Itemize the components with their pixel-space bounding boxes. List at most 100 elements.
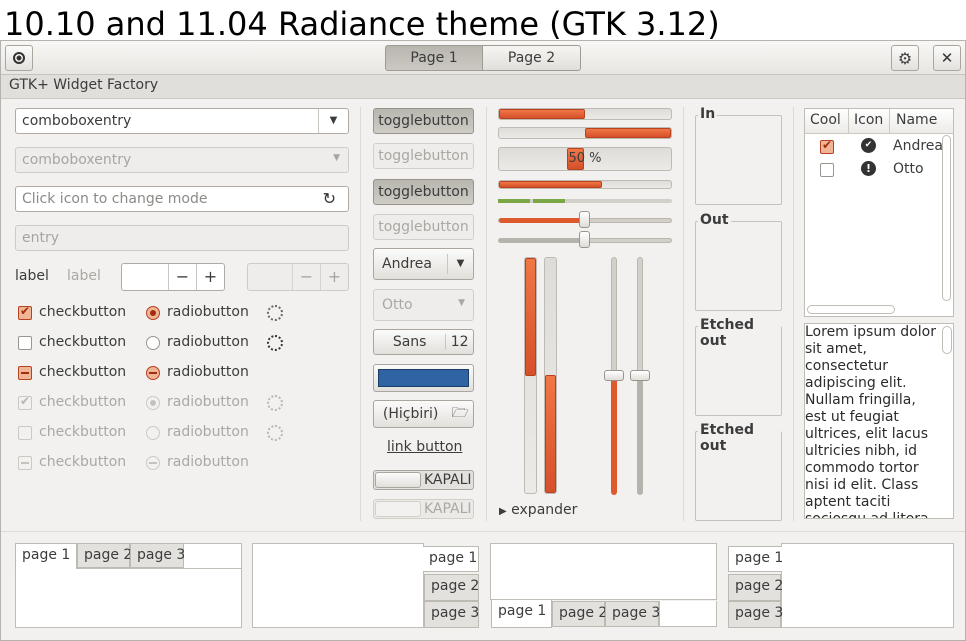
- notebook-tab[interactable]: page 1: [423, 546, 479, 572]
- notebook-tab[interactable]: page 2: [728, 574, 783, 601]
- tree-row[interactable]: ✔ ✔ Andrea: [805, 135, 953, 159]
- close-button[interactable]: ✕: [933, 45, 961, 71]
- chevron-down-icon[interactable]: ▼: [318, 109, 348, 133]
- switch-off-disabled: KAPALI: [373, 499, 474, 519]
- notebook-tab[interactable]: page 2: [552, 601, 607, 627]
- frame-etched-out: Etched out: [695, 317, 782, 416]
- combo-entry-disabled-text: comboboxentry: [22, 152, 132, 168]
- switch-label: KAPALI: [424, 472, 472, 488]
- link-button[interactable]: link button: [387, 439, 462, 455]
- vertical-scrollbar[interactable]: [939, 135, 953, 301]
- combo-entry-text: comboboxentry: [22, 113, 132, 129]
- mode-entry[interactable]: Click icon to change mode ↻: [15, 186, 349, 212]
- hscale-2[interactable]: [498, 231, 672, 248]
- combo-entry-disabled: comboboxentry ▼: [15, 147, 349, 173]
- notebook-tab[interactable]: page 3: [728, 601, 783, 628]
- spinner-icon: [267, 305, 283, 321]
- radiobutton-selected[interactable]: [146, 306, 160, 320]
- text-view-content[interactable]: Lorem ipsum dolor sit amet, consectetur …: [805, 324, 939, 518]
- check-icon: ✔: [20, 304, 31, 318]
- separator: [1, 531, 965, 532]
- spinner-icon: [267, 395, 283, 411]
- radiobutton-inconsistent-disabled: [146, 456, 160, 470]
- tree-view[interactable]: Cool Icon Name ✔ ✔ Andrea ! Otto: [804, 108, 954, 317]
- combo-entry[interactable]: comboboxentry ▼: [15, 108, 349, 134]
- vscale-1[interactable]: [604, 257, 624, 495]
- vprogress-2: [544, 257, 557, 494]
- progress-fill: [545, 375, 556, 493]
- font-name: Sans: [392, 334, 427, 350]
- scale-slider[interactable]: [579, 231, 590, 248]
- header-bar: Page 1 Page 2 ⚙ ✕: [1, 41, 965, 75]
- font-button[interactable]: Sans 12: [373, 329, 474, 355]
- notebook-tab[interactable]: page 3: [605, 601, 660, 627]
- scale-slider[interactable]: [604, 370, 624, 381]
- notebook-tab[interactable]: page 2: [424, 574, 479, 601]
- triangle-right-icon: ▶: [499, 506, 507, 517]
- notebook-tab[interactable]: page 3: [424, 601, 479, 628]
- horizontal-scrollbar[interactable]: [805, 303, 939, 316]
- togglebutton-active[interactable]: togglebutton: [373, 108, 474, 134]
- record-icon: [13, 52, 25, 64]
- notebook-tab[interactable]: page 1: [728, 546, 783, 572]
- column-cool[interactable]: Cool: [805, 109, 849, 134]
- color-swatch: [378, 369, 469, 387]
- settings-button[interactable]: ⚙: [891, 45, 919, 71]
- radiobutton-label: radiobutton: [167, 364, 249, 380]
- cool-checkbox[interactable]: [820, 163, 834, 177]
- notebook-tab[interactable]: page 1: [491, 600, 552, 628]
- radiobutton-label: radiobutton: [167, 454, 249, 470]
- dot-icon: [150, 400, 156, 406]
- window-menu-button[interactable]: [5, 45, 33, 71]
- color-button[interactable]: [373, 364, 474, 392]
- warning-circle-icon: !: [861, 161, 876, 176]
- tree-row[interactable]: ! Otto: [805, 159, 953, 183]
- togglebutton-pressed[interactable]: togglebutton: [373, 179, 474, 205]
- dot-icon: [150, 310, 156, 316]
- hscale-1[interactable]: [498, 211, 672, 228]
- switcher-page-2[interactable]: Page 2: [483, 45, 581, 71]
- scale-slider[interactable]: [630, 370, 650, 381]
- spin-plus[interactable]: +: [196, 264, 224, 290]
- notebook-tab-filler: [659, 601, 717, 627]
- notebook-tab[interactable]: page 3: [130, 543, 185, 568]
- checkbutton-label: checkbutton: [39, 394, 127, 410]
- spin-minus[interactable]: −: [168, 264, 196, 290]
- scale-slider[interactable]: [579, 211, 590, 228]
- radiobutton-inconsistent[interactable]: [146, 366, 160, 380]
- tree-header: Cool Icon Name: [805, 109, 953, 134]
- progress-fill: [585, 128, 671, 138]
- mode-entry-placeholder: Click icon to change mode: [22, 191, 208, 207]
- switch-off[interactable]: KAPALI: [373, 470, 474, 490]
- notebook-tab[interactable]: page 1: [15, 543, 77, 569]
- frame-label: Out: [698, 212, 731, 228]
- spinner-icon: [267, 335, 283, 351]
- file-chooser-button[interactable]: (Hiçbiri) 🗁: [373, 400, 474, 428]
- checkbutton-checked[interactable]: ✔: [18, 304, 32, 320]
- switcher-page-1[interactable]: Page 1: [385, 45, 483, 71]
- checkbutton-unchecked[interactable]: [18, 336, 32, 350]
- text-view[interactable]: Lorem ipsum dolor sit amet, consectetur …: [804, 323, 954, 519]
- combobox-andrea[interactable]: Andrea ▼: [373, 248, 474, 280]
- cool-checkbox[interactable]: ✔: [820, 138, 834, 154]
- scale-fill: [499, 238, 585, 243]
- level-segment: [498, 199, 530, 203]
- close-icon: ✕: [940, 49, 954, 67]
- scrollbar-thumb[interactable]: [807, 305, 895, 314]
- scrollbar-thumb[interactable]: [942, 326, 952, 354]
- notebook-tab[interactable]: page 2: [77, 543, 132, 568]
- font-size: 12: [445, 334, 473, 350]
- progress-text: 50 %: [568, 151, 602, 166]
- switch-slider: [375, 472, 421, 488]
- refresh-icon[interactable]: ↻: [323, 189, 336, 208]
- spin-button[interactable]: − +: [121, 263, 225, 291]
- column-name[interactable]: Name: [890, 109, 953, 134]
- checkbutton-inconsistent[interactable]: [18, 366, 32, 380]
- combobox-value: Otto: [382, 297, 413, 313]
- chevron-down-icon: ▼: [333, 153, 340, 163]
- vscale-2[interactable]: [630, 257, 650, 495]
- column-icon[interactable]: Icon: [849, 109, 890, 134]
- expander[interactable]: ▶ expander: [499, 502, 577, 518]
- scrollbar-thumb[interactable]: [942, 135, 951, 301]
- radiobutton[interactable]: [146, 336, 160, 350]
